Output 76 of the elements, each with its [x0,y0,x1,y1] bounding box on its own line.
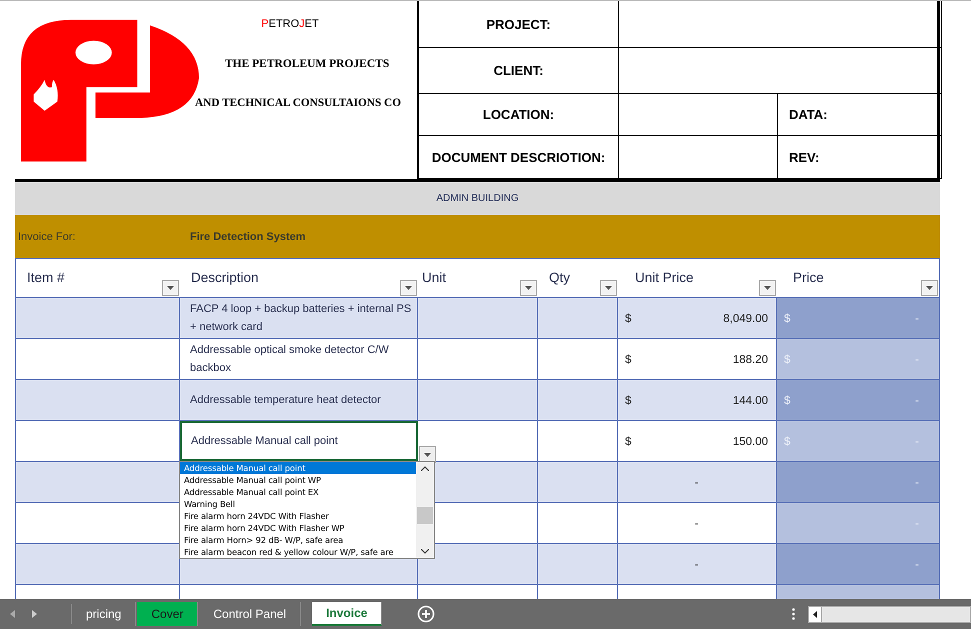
description-text: Addressable Manual call point [191,434,338,449]
info-label: DOCUMENT DESCRIOTION: [419,136,619,179]
column-header: Qty [549,270,570,285]
currency-symbol: $ [625,436,632,448]
amount-text: - [694,477,700,489]
sheet-tab[interactable]: pricing [72,602,136,626]
amount-text: - [694,518,700,530]
dropdown-option[interactable]: Fire alarm Horn> 92 dB- W/P, safe area [180,534,416,546]
amount-text: - [694,559,700,571]
currency-symbol: $ [625,354,632,366]
filter-button[interactable] [520,280,537,296]
description-text: FACP 4 loop + backup batteries + internal PS + network card [190,302,412,335]
amount-text: 188.20 [732,354,768,366]
filter-button[interactable] [921,280,938,296]
add-sheet-icon[interactable] [417,605,436,623]
amount-text: - [915,518,919,530]
amount-text: - [915,354,919,366]
section-title: ADMIN BUILDING [436,193,519,204]
column-header: Item # [27,270,65,285]
currency-symbol: $ [625,395,632,407]
filter-button[interactable] [162,280,179,296]
amount-text: 8,049.00 [723,313,768,325]
info-label: DATA: [778,94,942,136]
filter-button[interactable] [759,280,776,296]
horizontal-scrollbar[interactable] [808,606,971,622]
amount-text: - [915,436,919,448]
info-label: PROJECT: [419,1,619,48]
column-header: Price [793,270,824,285]
caret-icon [405,286,412,290]
caret-icon [926,286,933,290]
column-header: Unit [422,270,446,285]
currency-symbol: $ [784,354,790,366]
dropdown-option[interactable]: Addressable Manual call point [180,462,416,474]
scrollbar[interactable] [416,462,434,558]
info-label: REV: [778,136,942,179]
left-arrow-icon [813,610,817,618]
column-header: Description [191,270,259,285]
sheet-tab[interactable]: Control Panel [199,602,302,626]
filter-button[interactable] [400,280,417,296]
caret-icon [764,286,771,290]
description-text: Addressable optical smoke detector C/W backbox [190,343,390,376]
more-icon[interactable] [792,608,795,620]
caret-icon [424,452,431,456]
company-line: AND TECHNICAL CONSULTAIONS CO [195,97,402,109]
currency-symbol: $ [784,436,790,448]
dropdown-option[interactable]: Fire alarm horn 24VDC With Flasher WP [180,522,416,534]
invoice-for-value: Fire Detection System [190,230,306,242]
column-header: Unit Price [635,270,694,285]
sheet-tab[interactable]: Invoice [312,602,382,626]
dropdown-option[interactable]: Addressable Manual call point EX [180,486,416,498]
dropdown-option[interactable]: Addressable Manual call point WP [180,474,416,486]
filter-button[interactable] [600,280,617,296]
amount-text: 150.00 [732,436,768,448]
description-text: Addressable temperature heat detector [190,393,381,408]
caret-icon [525,286,532,290]
currency-symbol: $ [784,395,790,407]
info-label: CLIENT: [419,48,619,94]
caret-icon [167,286,174,290]
amount-text: - [915,395,919,407]
amount-text: - [915,313,919,325]
company-name: PETROJET [260,18,320,30]
info-label: LOCATION: [419,94,619,136]
amount-text: - [915,559,919,571]
dropdown-option[interactable]: Fire alarm horn 24VDC With Flasher [180,510,416,522]
dropdown-option[interactable]: Fire alarm beacon red & yellow colour W/P, safe are [180,546,416,558]
company-line: THE PETROLEUM PROJECTS [225,58,390,70]
currency-symbol: $ [625,313,632,325]
amount-text: 144.00 [732,395,768,407]
dropdown-option[interactable]: Warning Bell [180,498,416,510]
caret-icon [605,286,612,290]
scroll-left-button[interactable] [809,606,822,622]
scrollbar-thumb[interactable] [417,506,433,524]
invoice-for-label: Invoice For: [18,230,76,242]
currency-symbol: $ [784,313,790,325]
amount-text: - [915,477,919,489]
sheet-tab[interactable]: Cover [137,602,198,626]
